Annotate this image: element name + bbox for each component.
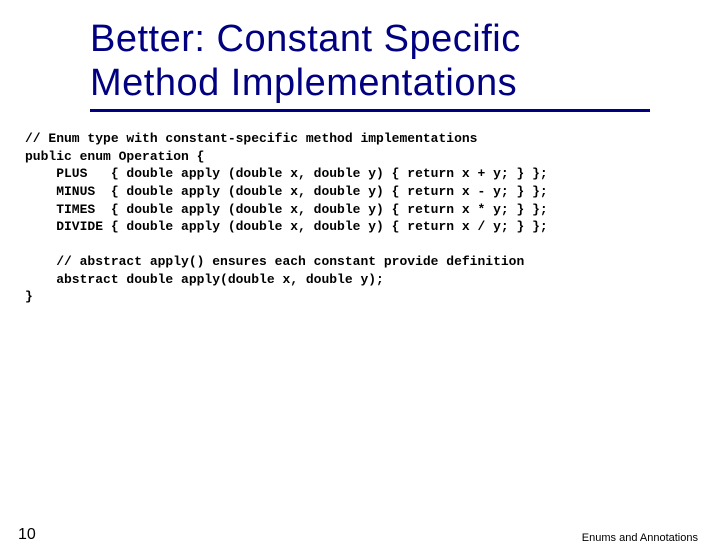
page-number: 10 xyxy=(18,526,36,544)
title-line-2: Method Implementations xyxy=(90,62,517,104)
footer-text: Enums and Annotations xyxy=(582,532,698,544)
title-underline xyxy=(90,109,650,112)
title-line-1: Better: Constant Specific xyxy=(90,18,521,60)
slide-title: Better: Constant Specific Method Impleme… xyxy=(90,18,720,105)
code-block: // Enum type with constant-specific meth… xyxy=(25,130,720,305)
